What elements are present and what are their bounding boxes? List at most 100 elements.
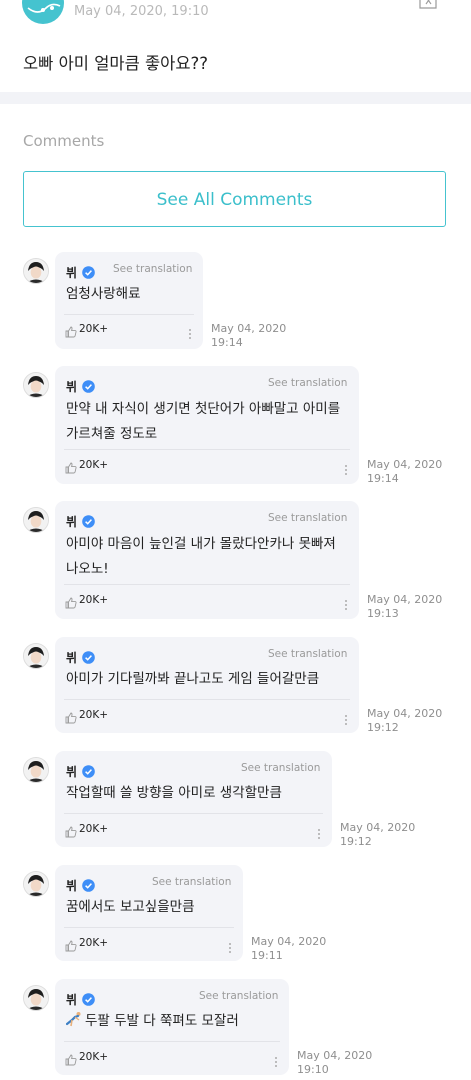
see-translation-link[interactable]: See translation [241, 762, 320, 774]
like-icon[interactable] [65, 709, 77, 724]
divider [64, 584, 350, 585]
verified-badge-icon [82, 991, 95, 1006]
like-count: 20K+ [79, 823, 109, 835]
like-count: 20K+ [79, 323, 109, 335]
comment-bubble: 뷔 See translation 작업할때 쓸 방향을 아미로 생각할만큼 2… [55, 751, 332, 847]
comment-text: 두팔 두발 다 쭉펴도 모잘러 [65, 1009, 239, 1034]
avatar[interactable] [23, 757, 49, 783]
divider [64, 314, 194, 315]
comment-date: May 04, 2020 19:12 [367, 707, 442, 735]
comment-bubble: 뷔 See translation 두팔 두발 다 쭉펴도 모잘러 20K+ [55, 979, 289, 1075]
comment-date-time: 19:14 [211, 336, 243, 349]
comment-bubble: 뷔 See translation 엄청사랑해료 20K+ [55, 252, 203, 349]
more-icon[interactable] [317, 825, 321, 839]
like-count: 20K+ [79, 1051, 109, 1063]
more-icon[interactable] [344, 596, 348, 610]
avatar[interactable] [23, 985, 49, 1011]
see-translation-link[interactable]: See translation [152, 876, 231, 888]
like-icon[interactable] [65, 459, 77, 474]
comment-date: May 04, 2020 19:10 [297, 1049, 372, 1077]
avatar[interactable] [23, 258, 49, 284]
comment-date-day: May 04, 2020 [340, 821, 416, 834]
comment-author[interactable]: 뷔 [66, 513, 77, 530]
comment-bubble: 뷔 See translation 꿈에서도 보고싶을만큼 20K+ [55, 865, 243, 961]
comment-date-time: 19:10 [297, 1063, 329, 1076]
comment-date-time: 19:12 [367, 721, 399, 734]
comment-bubble: 뷔 See translation 아미야 마음이 늪인걸 내가 몰랐다안카나 … [55, 501, 359, 619]
like-count: 20K+ [79, 937, 109, 949]
avatar[interactable] [23, 507, 49, 533]
comment-date-day: May 04, 2020 [367, 707, 443, 720]
post-text: 오빠 아미 얼마큼 좋아요?? [23, 54, 209, 73]
comment-text: 작업할때 쓸 방향을 아미로 생각할만큼 [66, 785, 282, 801]
like-icon[interactable] [65, 1051, 77, 1066]
comment-bubble: 뷔 See translation 아미가 기다릴까봐 끝나고도 게임 들어갈만… [55, 637, 359, 733]
comment-author[interactable]: 뷔 [66, 264, 77, 281]
section-divider [0, 92, 471, 104]
comment-date-time: 19:14 [367, 472, 399, 485]
see-translation-link[interactable]: See translation [113, 263, 192, 275]
comment-date-day: May 04, 2020 [367, 458, 443, 471]
comment-author[interactable]: 뷔 [66, 649, 77, 666]
comment-author[interactable]: 뷔 [66, 877, 77, 894]
like-icon[interactable] [65, 594, 77, 609]
comment-text-content: 두팔 두발 다 쭉펴도 모잘러 [85, 1013, 239, 1029]
more-icon[interactable] [344, 711, 348, 725]
like-count: 20K+ [79, 459, 109, 471]
comment-date-time: 19:12 [340, 835, 372, 848]
comment-author[interactable]: 뷔 [66, 378, 77, 395]
comment-text: 만약 내 자식이 생기면 첫단어가 아빠말고 아미를 가르쳐줄 정도로 [66, 397, 340, 447]
comment-date: May 04, 2020 19:11 [251, 935, 326, 963]
see-translation-link[interactable]: See translation [199, 990, 278, 1002]
see-translation-link[interactable]: See translation [268, 648, 347, 660]
app-logo-icon[interactable] [22, 0, 64, 24]
comment-text: 아미가 기다릴까봐 끝나고도 게임 들어갈만큼 [66, 671, 320, 687]
comment-text: 엄청사랑해료 [66, 286, 141, 302]
gymnast-emoji-icon [65, 1011, 82, 1027]
more-icon[interactable] [188, 325, 192, 339]
comment-text-line: 아미야 마음이 늪인걸 내가 몰랐다안카나 못빠져 [66, 536, 336, 552]
comment-date-day: May 04, 2020 [211, 322, 287, 335]
verified-badge-icon [82, 264, 95, 279]
verified-badge-icon [82, 513, 95, 528]
like-count: 20K+ [79, 709, 109, 721]
comment-date-time: 19:13 [367, 607, 399, 620]
like-icon[interactable] [65, 937, 77, 952]
verified-badge-icon [82, 649, 95, 664]
comment-date-day: May 04, 2020 [367, 593, 443, 606]
avatar[interactable] [23, 871, 49, 897]
avatar[interactable] [23, 643, 49, 669]
comment-text-line: 만약 내 자식이 생기면 첫단어가 아빠말고 아미를 [66, 401, 341, 417]
comment-date: May 04, 2020 19:14 [367, 458, 442, 486]
comments-title: Comments [23, 132, 105, 150]
verified-badge-icon [82, 763, 95, 778]
more-icon[interactable] [274, 1053, 278, 1067]
comment-author[interactable]: 뷔 [66, 763, 77, 780]
comment-author[interactable]: 뷔 [66, 991, 77, 1008]
translate-icon[interactable] [419, 0, 445, 12]
comment-date-time: 19:11 [251, 949, 283, 962]
see-translation-link[interactable]: See translation [268, 377, 347, 389]
divider [64, 699, 350, 700]
comment-text: 아미야 마음이 늪인걸 내가 몰랐다안카나 못빠져 나오노! [66, 532, 336, 582]
comment-date-day: May 04, 2020 [297, 1049, 373, 1062]
avatar[interactable] [23, 372, 49, 398]
comment-text-line: 가르쳐줄 정도로 [66, 426, 158, 442]
divider [64, 449, 350, 450]
like-icon[interactable] [65, 823, 77, 838]
verified-badge-icon [82, 877, 95, 892]
see-translation-link[interactable]: See translation [268, 512, 347, 524]
verified-badge-icon [82, 378, 95, 393]
divider [64, 1041, 280, 1042]
like-icon[interactable] [65, 323, 77, 338]
see-all-comments-button[interactable]: See All Comments [23, 171, 446, 227]
comment-bubble: 뷔 See translation 만약 내 자식이 생기면 첫단어가 아빠말고… [55, 366, 359, 484]
more-icon[interactable] [228, 939, 232, 953]
divider [64, 813, 323, 814]
like-count: 20K+ [79, 594, 109, 606]
post-header: May 04, 2020, 19:10 오빠 아미 얼마큼 좋아요?? [0, 0, 471, 92]
comment-date: May 04, 2020 19:13 [367, 593, 442, 621]
comment-date: May 04, 2020 19:12 [340, 821, 415, 849]
more-icon[interactable] [344, 461, 348, 475]
comment-date: May 04, 2020 19:14 [211, 322, 286, 350]
